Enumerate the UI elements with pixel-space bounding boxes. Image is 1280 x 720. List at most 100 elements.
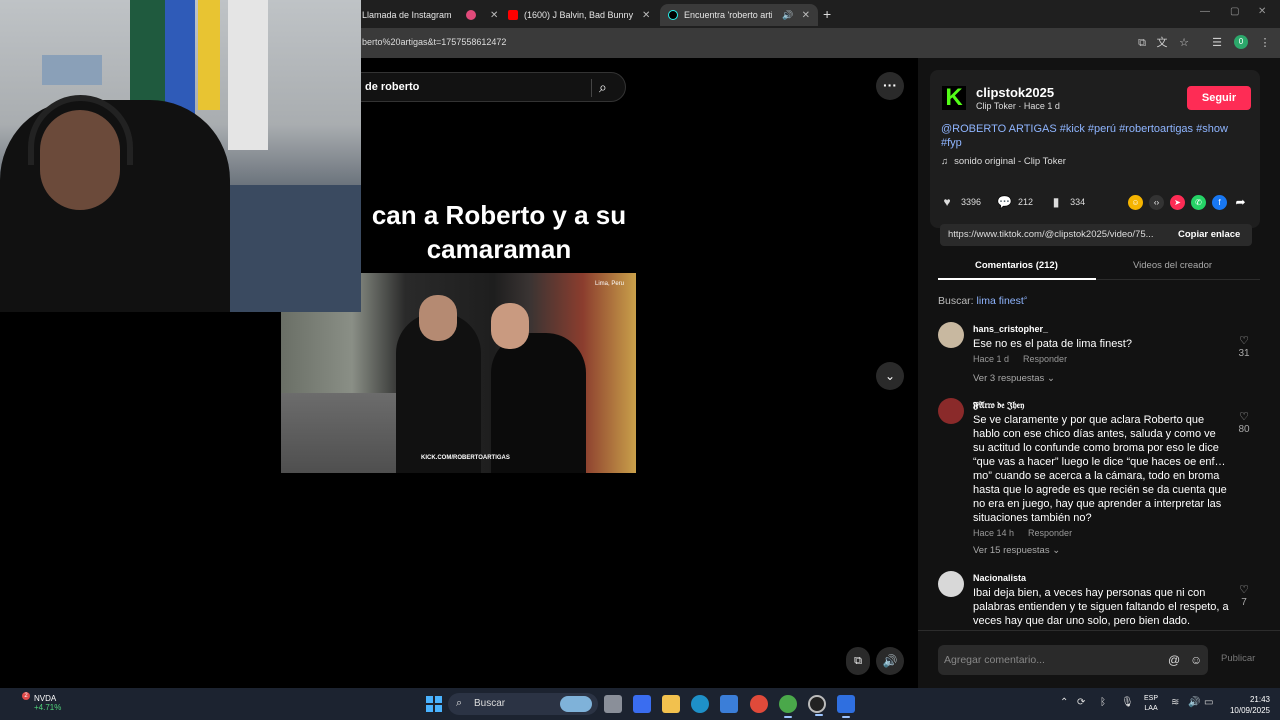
search-small-icon: ⌕ [1023, 295, 1028, 302]
microphone-icon[interactable]: 🎙 [1121, 697, 1134, 708]
store-icon[interactable] [720, 695, 738, 713]
cast-icon[interactable]: ⧉ [1135, 36, 1149, 50]
embed-icon[interactable]: ‹› [1149, 195, 1164, 210]
send-icon[interactable]: ➤ [1170, 195, 1185, 210]
clock-date: 10/09/2025 [1229, 706, 1270, 715]
creator-subtitle: Clip Toker · Hace 1 d [976, 101, 1060, 111]
comment-heart-icon[interactable]: ♡ [1236, 410, 1252, 423]
link-box: https://www.tiktok.com/@clipstok2025/vid… [940, 224, 1252, 246]
close-icon[interactable]: ✕ [802, 10, 810, 21]
coin-icon[interactable]: ☺ [1128, 195, 1143, 210]
avatar[interactable] [938, 571, 964, 597]
comment-search-row[interactable]: Buscar: lima finest⌕ [938, 295, 1028, 307]
close-window-button[interactable]: ✕ [1258, 6, 1266, 17]
close-icon[interactable]: ✕ [490, 10, 498, 21]
sound-label: sonido original - Clip Toker [954, 156, 1066, 167]
copy-link-button[interactable]: Copiar enlace [1178, 229, 1240, 240]
comment-author[interactable]: hans_cristopher_ [973, 324, 1048, 334]
chrome-profile-icon[interactable] [779, 695, 797, 718]
reply-button[interactable]: Responder [1028, 528, 1072, 538]
save-action[interactable]: ▮ 334 [1049, 195, 1085, 209]
close-icon[interactable]: ✕ [642, 10, 650, 21]
battery-icon[interactable]: ▭ [1204, 697, 1213, 708]
comment-icon: 💬 [997, 195, 1012, 209]
file-explorer-icon[interactable] [662, 695, 680, 713]
music-note-icon: ♫ [941, 156, 949, 167]
windows-taskbar: 2 NVDA +4.71% ⌕ Buscar ⌃ ⟳ ᛒ 🎙 ESP LAA ≋… [0, 688, 1280, 720]
comment-heart-icon[interactable]: ♡ [1236, 334, 1252, 347]
search-term[interactable]: lima finest [977, 295, 1024, 307]
url-text[interactable]: berto%20artigas&t=1757558612472 [362, 37, 506, 47]
picture-in-picture-button[interactable]: ⧉ [846, 647, 870, 675]
video-location: Lima, Peru [594, 281, 624, 287]
search-text[interactable]: de roberto [365, 81, 419, 93]
language-indicator[interactable]: ESP LAA [1144, 694, 1158, 714]
bookmark-star-icon[interactable]: ☆ [1177, 36, 1191, 50]
mention-icon[interactable]: @ [1168, 653, 1180, 667]
view-replies-button[interactable]: Ver 15 respuestas ⌄ [973, 545, 1060, 556]
tab-creator-videos[interactable]: Videos del creador [1133, 260, 1212, 271]
translate-icon[interactable]: 文 [1155, 36, 1169, 50]
wall-poster [42, 55, 102, 85]
next-video-button[interactable]: ⌄ [876, 362, 904, 390]
volume-button[interactable]: 🔊 [876, 647, 904, 675]
like-count: 3396 [961, 197, 982, 207]
lang-top: ESP [1144, 695, 1159, 702]
reading-list-icon[interactable]: ☰ [1210, 36, 1224, 50]
more-options-button[interactable]: ··· [876, 72, 904, 100]
comment-like-count: 31 [1238, 348, 1250, 359]
tab-tiktok[interactable]: Encuentra 'roberto artigas 🔊 ✕ [660, 4, 818, 26]
creator-username[interactable]: clipstok2025 [976, 85, 1054, 100]
comment-author[interactable]: Nacionalista [973, 573, 1026, 583]
like-action[interactable]: ♥ 3396 [940, 195, 981, 209]
wifi-icon[interactable]: ≋ [1171, 697, 1179, 708]
share-arrow-icon[interactable]: ➦ [1233, 195, 1248, 210]
save-count: 334 [1070, 197, 1086, 207]
copilot-icon[interactable] [633, 695, 651, 713]
whatsapp-icon[interactable]: ✆ [1191, 195, 1206, 210]
stock-widget[interactable]: 2 NVDA +4.71% [18, 692, 62, 712]
hanging-clothes [228, 0, 268, 150]
avatar[interactable] [938, 322, 964, 348]
creator-avatar[interactable]: K [942, 86, 966, 110]
sync-icon[interactable]: ⟳ [1077, 697, 1085, 708]
tab-instagram-call[interactable]: Llamada de Instagram [362, 4, 452, 26]
avatar[interactable] [938, 398, 964, 424]
tab-record-indicator[interactable]: ✕ [466, 4, 498, 26]
app-icon[interactable] [837, 695, 855, 718]
search-icon[interactable]: ⌕ [599, 79, 607, 96]
new-tab-button[interactable]: + [823, 6, 831, 22]
reply-button[interactable]: Responder [1023, 354, 1067, 364]
comment-author[interactable]: 𝕱𝔄𝔯𝔯𝔬 𝔡𝔢 𝔍𝔥𝔢𝔶 [973, 400, 1024, 411]
minimize-button[interactable]: — [1200, 6, 1210, 17]
task-view-icon[interactable] [604, 695, 622, 713]
comment-input[interactable]: Agregar comentario... @ ☺ [938, 645, 1208, 675]
comment-text: Ese no es el pata de lima finest? [973, 338, 1132, 350]
view-replies-button[interactable]: Ver 3 respuestas ⌄ [973, 373, 1055, 384]
comment-action[interactable]: 💬 212 [997, 195, 1033, 209]
profile-avatar[interactable]: 0 [1234, 35, 1248, 49]
menu-icon[interactable]: ⋮ [1258, 36, 1272, 50]
chrome-icon[interactable] [750, 695, 768, 713]
obs-icon[interactable] [808, 695, 826, 716]
restore-button[interactable]: ▢ [1230, 6, 1239, 17]
windows-start-icon[interactable] [426, 696, 442, 712]
chevron-up-icon[interactable]: ⌃ [1060, 697, 1068, 708]
video-watermark: KICK.COM/ROBERTOARTIGAS [421, 455, 510, 461]
tab-youtube[interactable]: (1600) J Balvin, Bad Bunny - LA ✕ [508, 4, 658, 26]
post-description[interactable]: @ROBERTO ARTIGAS #kick #perú #robertoart… [941, 122, 1241, 150]
volume-icon[interactable]: 🔊 [1188, 697, 1200, 708]
bluetooth-icon[interactable]: ᛒ [1100, 697, 1106, 708]
publish-button[interactable]: Publicar [1221, 653, 1255, 664]
video-link[interactable]: https://www.tiktok.com/@clipstok2025/vid… [948, 229, 1166, 240]
tab-comments[interactable]: Comentarios (212) [975, 260, 1058, 271]
facebook-icon[interactable]: f [1212, 195, 1227, 210]
edge-icon[interactable] [691, 695, 709, 713]
system-clock[interactable]: 21:43 10/09/2025 [1224, 694, 1270, 716]
follow-button[interactable]: Seguir [1187, 86, 1251, 110]
emoji-icon[interactable]: ☺ [1190, 653, 1202, 667]
sound-row[interactable]: ♫ sonido original - Clip Toker [941, 156, 1066, 167]
comment-heart-icon[interactable]: ♡ [1236, 583, 1252, 596]
taskbar-search[interactable]: ⌕ Buscar [448, 693, 598, 715]
ticker-change: +4.71% [34, 703, 62, 712]
